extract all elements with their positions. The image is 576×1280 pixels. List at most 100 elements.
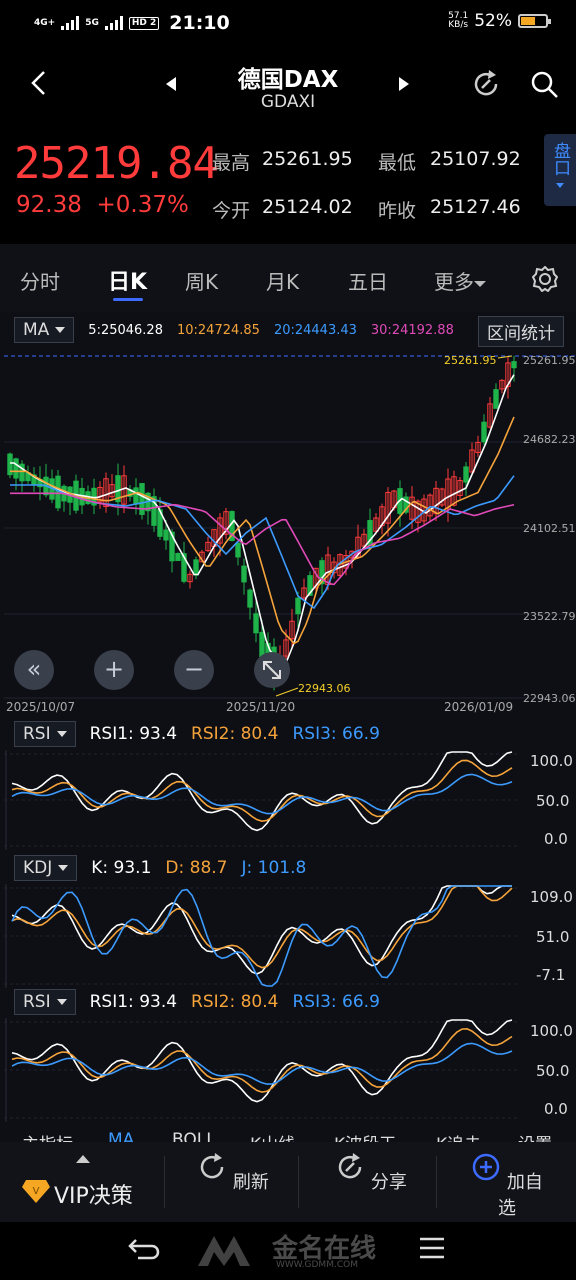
chevron-up-icon (76, 1155, 90, 1163)
tab-monthly[interactable]: 月K (266, 266, 299, 295)
candle-body (13, 458, 19, 479)
refresh-button[interactable]: 刷新 (196, 1152, 270, 1194)
watermark: 金名在线 WWW.GDMM.COM (196, 1228, 396, 1272)
ma30-value: 30:24192.88 (370, 322, 454, 338)
candle-body (481, 421, 487, 443)
candle-body (163, 529, 169, 541)
add-watchlist-label: 加自选 (498, 1172, 543, 1219)
y-tick-label: 0.0 (544, 1100, 568, 1118)
tab-intraday[interactable]: 分时 (20, 266, 60, 295)
ma20-value: 20:24443.43 (273, 322, 357, 338)
divider (436, 1156, 437, 1208)
menu-icon[interactable] (418, 1236, 446, 1260)
range-stats-button[interactable]: 区间统计 (478, 316, 564, 347)
rsi-chart-2 (4, 1018, 520, 1122)
search-icon[interactable] (530, 70, 560, 100)
vip-button[interactable]: V VIP决策 (20, 1150, 150, 1214)
y-tick-label: 24102.51 (523, 522, 576, 535)
candle-body (175, 553, 181, 561)
battery-icon (518, 14, 551, 28)
refresh-label: 刷新 (232, 1172, 269, 1193)
tab-daily[interactable]: 日K (108, 264, 147, 296)
tab-more[interactable]: 更多 (434, 266, 486, 295)
settings-gear-icon[interactable] (532, 266, 558, 292)
ma10-line (10, 416, 515, 645)
hd-badge: HD 2 (128, 16, 160, 30)
ma-legend: MA 5:25046.28 10:24724.85 20:24443.43 30… (14, 316, 454, 344)
kdj-chart (4, 884, 520, 988)
add-watchlist-button[interactable]: 加自选 (470, 1152, 544, 1220)
j-value: J: 101.8 (241, 858, 307, 878)
tab-weekly[interactable]: 周K (185, 266, 218, 295)
y-tick-label: 51.0 (536, 928, 570, 946)
pan-kou-button[interactable]: 盘口 (544, 134, 576, 206)
signal-label-1: 4G+ (34, 17, 56, 28)
share-button[interactable]: 分享 (334, 1152, 408, 1194)
rsi3-value: RSI3: 66.9 (292, 724, 380, 744)
next-instrument-icon[interactable] (398, 76, 410, 92)
x-tick-label: 2026/01/09 (444, 700, 514, 714)
zoom-in-button[interactable]: + (94, 650, 134, 690)
candle-body (463, 466, 469, 483)
rsi-legend-1: RSI RSI1: 93.4 RSI2: 80.4 RSI3: 66.9 (14, 720, 380, 748)
rsi-chart-1 (4, 750, 520, 850)
rsi-select-1[interactable]: RSI (14, 721, 76, 747)
candle-body (241, 565, 247, 583)
y-tick-label: 109.0 (530, 888, 573, 906)
main-indicator-select[interactable]: MA (14, 317, 75, 343)
divider (164, 1156, 165, 1208)
active-tab-indicator (113, 298, 143, 301)
k-line (11, 885, 512, 975)
refresh-icon (200, 1153, 224, 1179)
y-tick-label: 50.0 (536, 1062, 570, 1080)
kdj-indicator-label: KDJ (23, 858, 53, 878)
y-tick-label: 100.0 (530, 1022, 573, 1040)
system-nav-bar: 金名在线 WWW.GDMM.COM (0, 1222, 576, 1280)
quote-panel: 25219.84 92.38 +0.37% 最高 25261.95 最低 251… (0, 130, 576, 240)
fullscreen-button[interactable] (254, 652, 290, 688)
rsi1-line (11, 751, 513, 832)
status-bar: 4G+ 5G HD 2 21:10 57.1 KB/s 52% (0, 0, 576, 44)
open-label: 今开 (212, 200, 251, 222)
share-icon (338, 1153, 362, 1179)
vip-label: VIP决策 (54, 1184, 133, 1209)
rsi-indicator-label: RSI (23, 724, 51, 744)
scroll-left-button[interactable]: « (14, 650, 54, 690)
change-percent: +0.37% (96, 192, 189, 218)
refresh-icon[interactable] (470, 68, 502, 100)
high-marker-label: 25261.95 (444, 354, 497, 367)
watermark-url: WWW.GDMM.COM (276, 1260, 358, 1270)
rsi2-value: RSI2: 80.4 (191, 724, 279, 744)
y-tick-label: 50.0 (536, 792, 570, 810)
x-tick-label: 2025/10/07 (6, 700, 76, 714)
low-marker-label: 22943.06 (298, 682, 351, 695)
candle-body (133, 487, 139, 505)
main-indicator-label: MA (23, 320, 50, 340)
back-nav-icon[interactable] (128, 1236, 160, 1260)
last-price: 25219.84 (14, 138, 219, 189)
y-tick-label: 23522.79 (523, 610, 576, 623)
period-tabs: 分时 日K 周K 月K 五日 更多 (0, 244, 576, 312)
tab-five-day[interactable]: 五日 (348, 266, 388, 295)
candle-body (235, 542, 241, 558)
x-tick-label: 2025/11/20 (226, 700, 296, 714)
rsi-indicator-label: RSI (23, 992, 51, 1012)
zoom-out-button[interactable]: − (174, 650, 214, 690)
add-circle-icon (472, 1153, 500, 1181)
kdj-legend: KDJ K: 93.1 D: 88.7 J: 101.8 (14, 854, 306, 882)
range-stats-label: 区间统计 (487, 324, 555, 344)
y-tick-label: -7.1 (536, 966, 566, 984)
rsi1-line (11, 1019, 513, 1103)
header: 德国DAX GDAXI (0, 44, 576, 120)
candle-body (511, 361, 517, 369)
signal-label-2: 5G (85, 17, 99, 28)
net-speed-unit: KB/s (448, 20, 469, 30)
candle-body (193, 559, 199, 576)
rsi-select-2[interactable]: RSI (14, 989, 76, 1015)
rsi-legend-2: RSI RSI1: 93.4 RSI2: 80.4 RSI3: 66.9 (14, 988, 380, 1016)
low-value: 25107.92 (430, 148, 521, 170)
candle-body (139, 483, 145, 515)
divider (298, 1156, 299, 1208)
battery-percent: 52% (474, 11, 512, 31)
kdj-select[interactable]: KDJ (14, 855, 78, 881)
